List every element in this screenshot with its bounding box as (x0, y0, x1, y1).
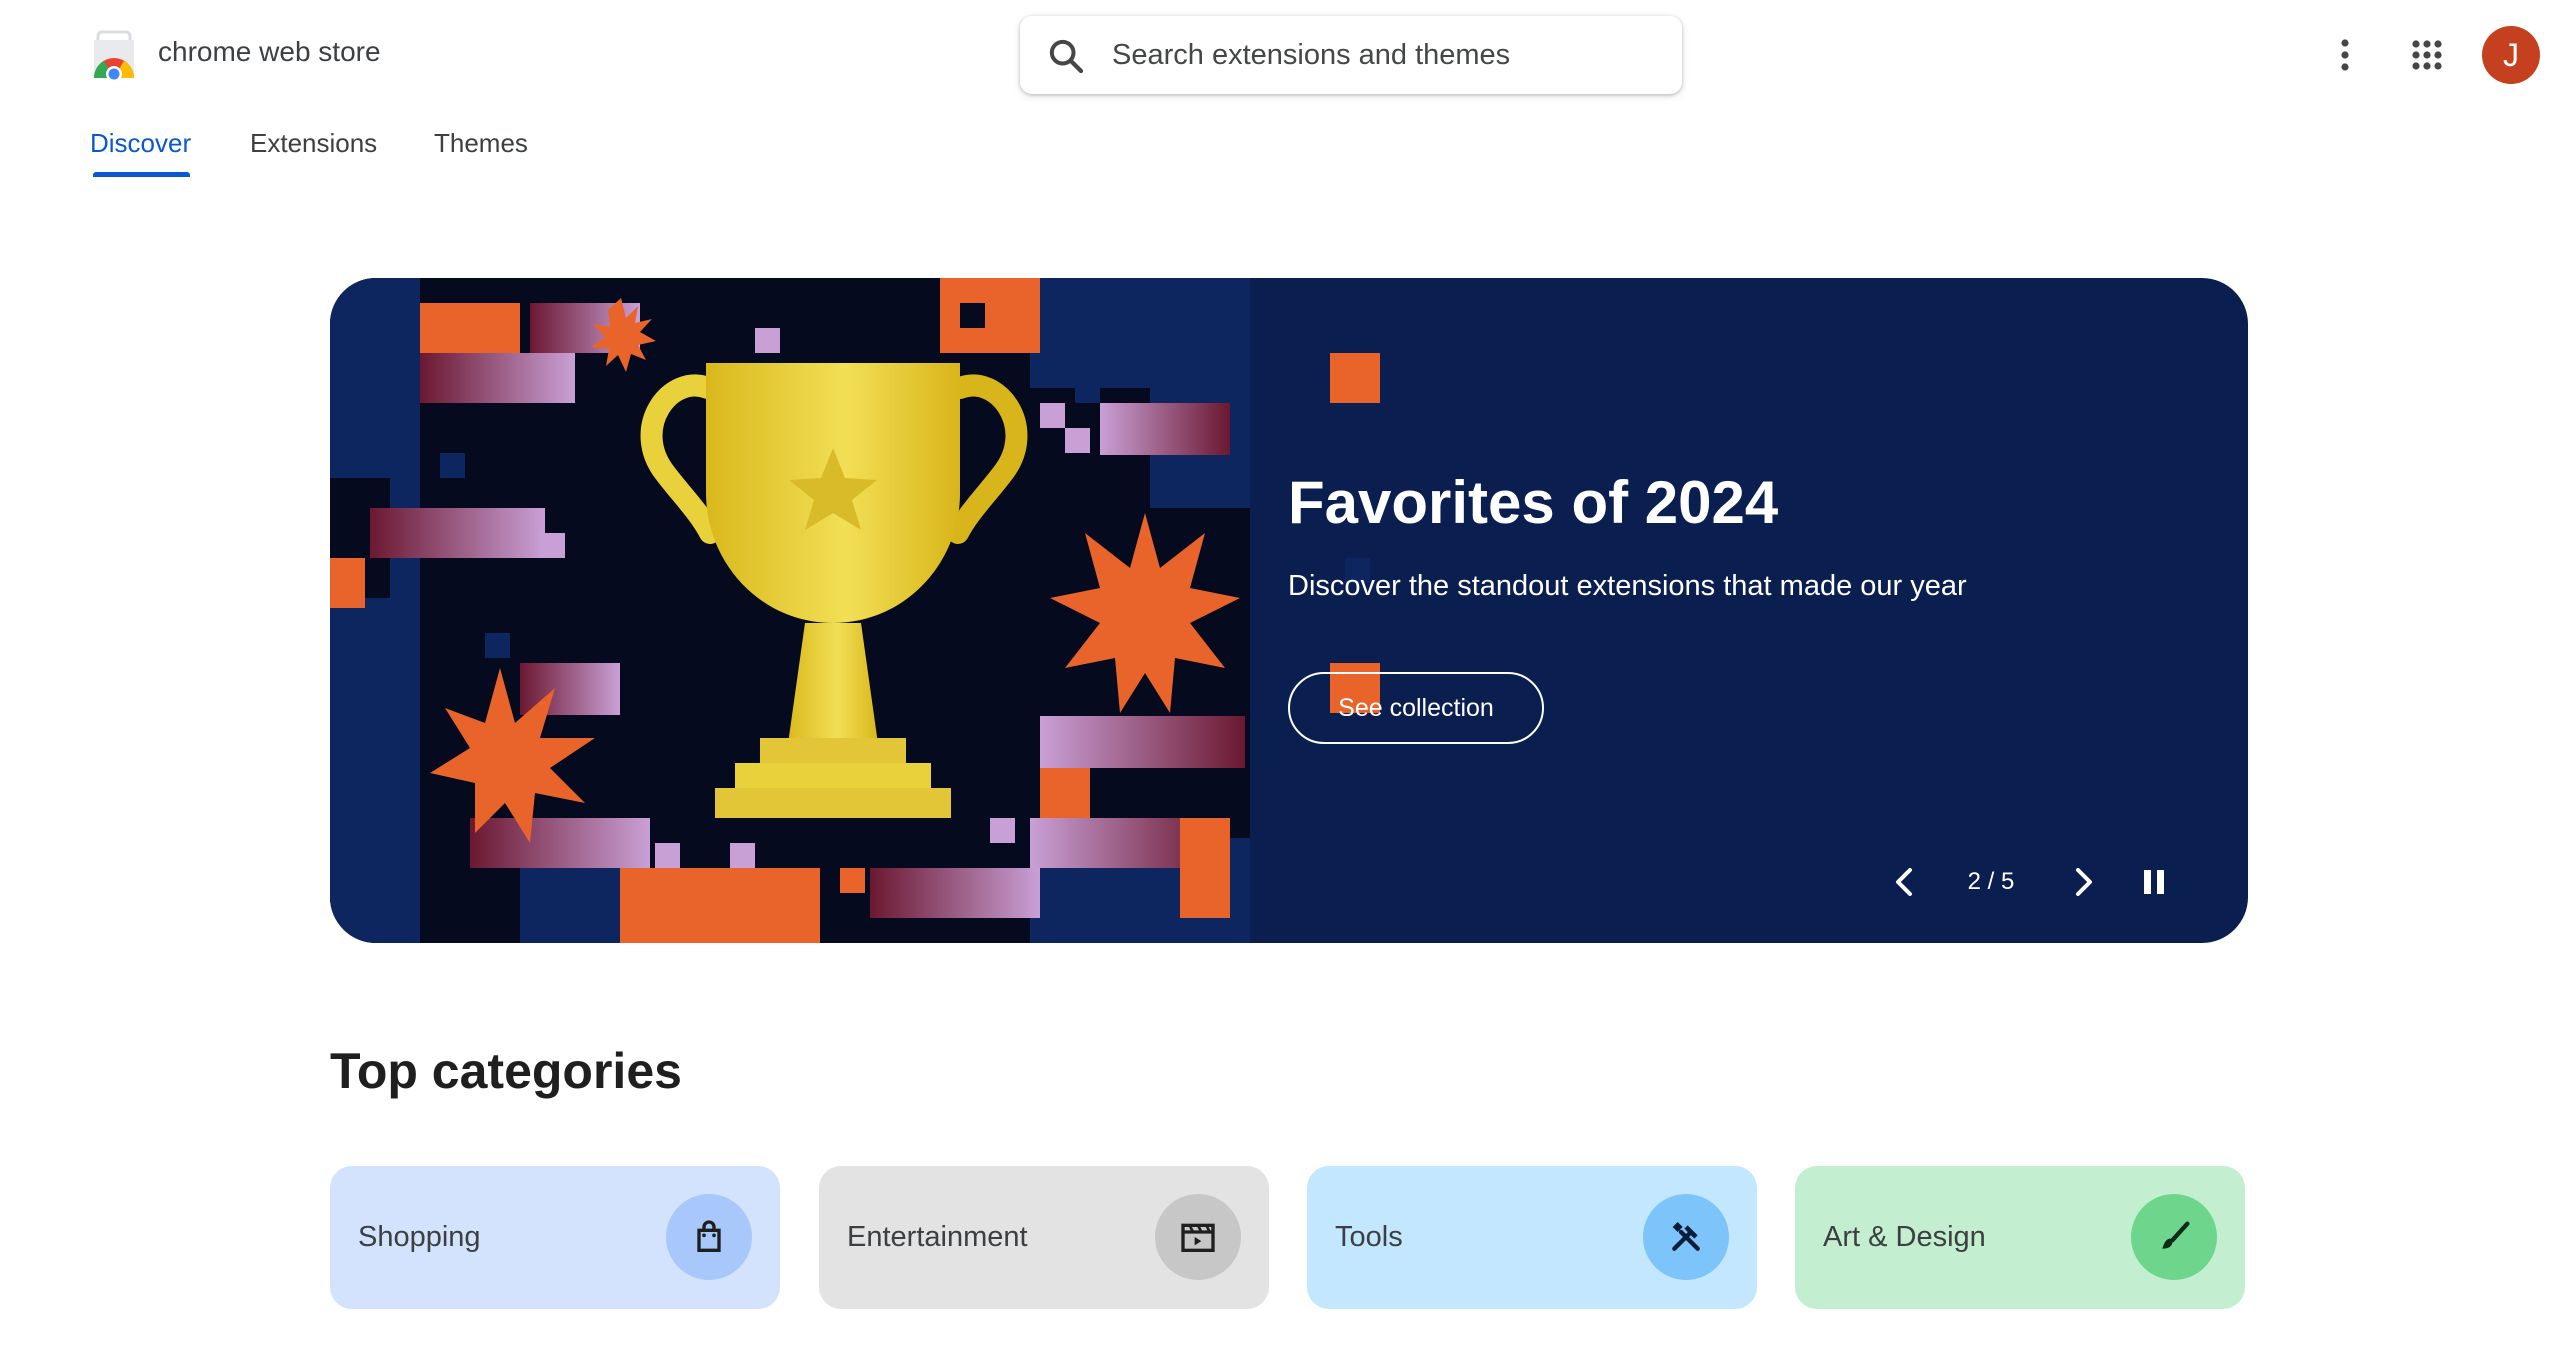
category-icon-circle (2131, 1194, 2217, 1280)
more-options-icon[interactable] (2316, 26, 2374, 84)
paintbrush-icon (2162, 1221, 2190, 1249)
chevron-right-icon[interactable] (2058, 858, 2106, 906)
category-entertainment[interactable]: Entertainment (819, 1166, 1269, 1309)
category-label: Entertainment (847, 1221, 1028, 1253)
chevron-left-icon[interactable] (1882, 858, 1930, 906)
category-icon-circle (1155, 1194, 1241, 1280)
tools-icon (1672, 1222, 1700, 1251)
search-input[interactable] (1112, 30, 1652, 80)
shopping-bag-icon (697, 1220, 721, 1252)
category-label: Art & Design (1823, 1221, 1986, 1253)
trophy-illustration (330, 278, 1380, 943)
category-art-design[interactable]: Art & Design (1795, 1166, 2245, 1309)
banner-subtitle: Discover the standout extensions that ma… (1288, 570, 1967, 602)
category-shopping[interactable]: Shopping (330, 1166, 780, 1309)
category-label: Shopping (358, 1221, 481, 1253)
banner-title: Favorites of 2024 (1288, 469, 1779, 536)
clapperboard-icon (1181, 1223, 1215, 1252)
featured-banner[interactable]: Favorites of 2024 Discover the standout … (330, 278, 2248, 943)
top-categories-heading: Top categories (330, 1043, 682, 1099)
category-icon-circle (666, 1194, 752, 1280)
pause-icon[interactable] (2130, 858, 2178, 906)
search-icon (1049, 39, 1084, 74)
carousel-counter: 2 / 5 (1967, 868, 2015, 895)
category-tools[interactable]: Tools (1307, 1166, 1757, 1309)
google-apps-icon[interactable] (2398, 26, 2456, 84)
search-box[interactable] (1020, 16, 1682, 94)
chrome-web-store-logo[interactable] (88, 30, 140, 80)
category-icon-circle (1643, 1194, 1729, 1280)
active-tab-indicator (93, 172, 190, 177)
category-label: Tools (1335, 1221, 1403, 1253)
see-collection-button[interactable]: See collection (1288, 672, 1544, 744)
tab-extensions[interactable]: Extensions (250, 128, 377, 159)
tab-themes[interactable]: Themes (434, 128, 528, 159)
account-avatar[interactable]: J (2482, 26, 2540, 84)
tab-discover[interactable]: Discover (90, 128, 191, 159)
store-name[interactable]: chrome web store (158, 36, 381, 68)
